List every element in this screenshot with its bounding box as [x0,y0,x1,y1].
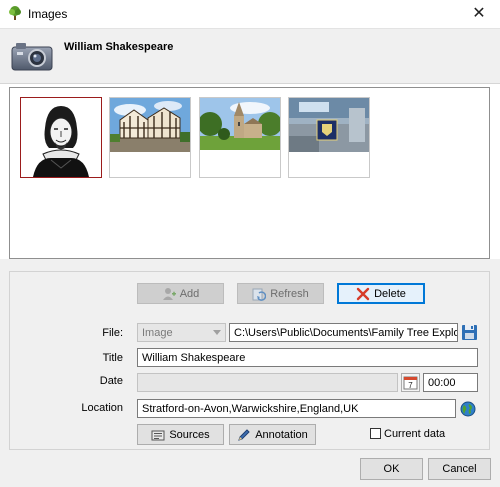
sources-label: Sources [169,428,210,441]
file-path-input[interactable]: C:\Users\Public\Documents\Family Tree Ex… [229,323,458,342]
file-type-select[interactable]: Image [137,323,226,342]
refresh-label: Refresh [270,287,309,300]
annotation-label: Annotation [255,428,308,441]
date-input[interactable] [137,373,398,392]
current-data-label: Current data [384,428,446,440]
pencil-icon [238,428,250,441]
tree-icon [9,6,21,20]
chevron-down-icon [213,330,221,335]
camera-icon [11,43,53,71]
title-input[interactable]: William Shakespeare [137,348,478,367]
title-label: Title [102,352,123,364]
annotation-button[interactable]: Annotation [229,424,316,445]
portrait-image [21,98,101,177]
time-input[interactable]: 00:00 [423,373,478,392]
window-title: Images [28,7,68,21]
tudor-house-image [110,98,190,152]
calendar-icon: 7 [403,376,418,390]
ok-button[interactable]: OK [360,458,423,480]
file-type-value: Image [142,327,173,339]
church-image [198,98,282,150]
file-path-value: C:\Users\Public\Documents\Family Tree Ex… [234,327,457,339]
gallery-thumb-tudor-house[interactable] [109,97,191,178]
current-data-checkbox[interactable] [370,428,381,439]
add-button[interactable]: Add [137,283,224,304]
sources-button[interactable]: Sources [137,424,224,445]
cancel-label: Cancel [442,463,477,475]
close-icon: ✕ [472,5,486,22]
delete-button[interactable]: Delete [337,283,425,304]
location-value: Stratford-on-Avon,Warwickshire,England,U… [142,403,359,415]
floppy-icon [462,325,477,340]
cancel-button[interactable]: Cancel [428,458,491,480]
refresh-button[interactable]: Refresh [237,283,324,304]
add-person-icon [162,287,176,300]
header-panel: William Shakespeare [0,28,500,84]
add-label: Add [179,287,200,300]
gallery-thumb-church[interactable] [198,97,282,178]
refresh-icon [252,288,267,301]
image-gallery[interactable] [9,87,490,259]
sources-icon [151,430,165,440]
gallery-thumb-plaque[interactable] [288,97,370,178]
ok-label: OK [383,463,400,475]
close-button[interactable]: ✕ [466,3,492,25]
title-bar: Images ✕ [0,0,500,28]
file-label: File: [102,327,123,339]
plaque-image [289,98,369,152]
delete-icon [356,287,370,300]
location-input[interactable]: Stratford-on-Avon,Warwickshire,England,U… [137,399,456,418]
calendar-button[interactable]: 7 [401,373,420,392]
save-file-button[interactable] [461,324,478,341]
title-value: William Shakespeare [142,352,246,364]
globe-icon [460,401,476,417]
globe-button[interactable] [460,401,476,417]
location-label: Location [81,402,123,414]
date-label: Date [99,375,123,387]
delete-label: Delete [374,287,406,300]
calendar-day: 7 [408,381,413,390]
gallery-thumb-portrait[interactable] [20,97,102,178]
time-value: 00:00 [428,377,456,389]
person-name: William Shakespeare [64,41,174,53]
